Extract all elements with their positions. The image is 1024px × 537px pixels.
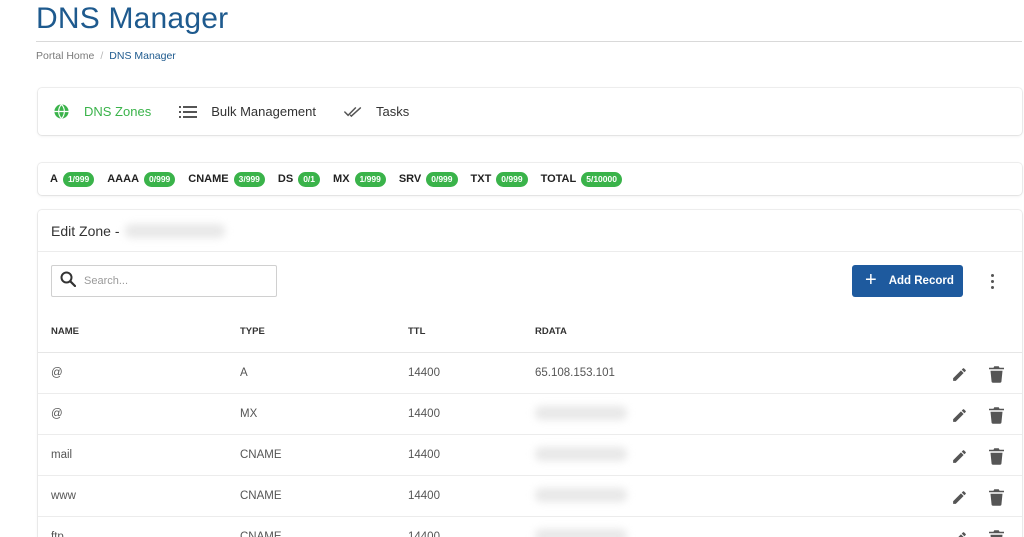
plus-icon: + [865, 269, 877, 291]
count-badge: 0/999 [496, 171, 528, 187]
zone-title: Edit Zone - [51, 222, 120, 239]
tab-label: Bulk Management [211, 104, 316, 119]
table-row: mail CNAME 14400 [38, 435, 1022, 476]
delete-icon[interactable] [986, 446, 1006, 466]
count-srv: SRV 0/999 [399, 171, 458, 187]
redacted-rdata [535, 529, 627, 537]
tab-tasks[interactable]: Tasks [344, 103, 409, 121]
tab-label: Tasks [375, 104, 410, 119]
tabs-bar: DNS Zones Bulk Management Tasks [38, 88, 1022, 135]
column-header-type[interactable]: TYPE [240, 326, 265, 337]
search-field[interactable] [51, 265, 277, 297]
table-row: www CNAME 14400 [38, 476, 1022, 517]
record-rdata [535, 447, 627, 464]
redacted-rdata [535, 488, 627, 502]
column-header-rdata[interactable]: RDATA [535, 326, 567, 337]
record-rdata [535, 529, 627, 537]
redacted-rdata [535, 406, 627, 420]
record-ttl: 14400 [408, 449, 440, 461]
record-name: ftp [51, 531, 64, 537]
record-type: CNAME [240, 490, 282, 502]
title-divider [36, 41, 1022, 42]
record-type: MX [240, 408, 258, 420]
column-header-ttl[interactable]: TTL [408, 326, 425, 337]
edit-icon[interactable] [949, 364, 969, 384]
count-cname: CNAME 3/999 [188, 171, 265, 187]
count-txt: TXT 0/999 [471, 171, 528, 187]
record-rdata [535, 406, 627, 423]
edit-icon[interactable] [949, 405, 969, 425]
count-ds: DS 0/1 [278, 171, 321, 187]
count-badge: 0/999 [144, 171, 176, 187]
globe-icon [52, 103, 70, 121]
count-badge: 0/1 [298, 171, 321, 187]
breadcrumb-separator: / [100, 50, 104, 62]
count-aaaa: AAAA 0/999 [107, 171, 176, 187]
record-rdata: 65.108.153.101 [535, 367, 615, 379]
record-type: A [240, 367, 248, 379]
count-badge: 1/999 [62, 171, 95, 187]
edit-icon[interactable] [949, 487, 969, 507]
table-row: @ MX 14400 [38, 394, 1022, 435]
zone-header: Edit Zone - [38, 210, 1022, 252]
delete-icon[interactable] [986, 405, 1006, 425]
record-rdata [535, 488, 627, 505]
redacted-zone-name [125, 223, 226, 238]
record-ttl: 14400 [408, 367, 440, 379]
page-title: DNS Manager [36, 2, 229, 35]
delete-icon[interactable] [986, 487, 1006, 507]
breadcrumb-home-link[interactable]: Portal Home [36, 50, 94, 62]
more-options-icon[interactable] [983, 271, 1001, 291]
tab-label: DNS Zones [84, 104, 152, 119]
add-record-label: Add Record [888, 275, 954, 287]
list-icon [179, 103, 198, 121]
tab-dns-zones[interactable]: DNS Zones [52, 103, 151, 121]
table-row: @ A 14400 65.108.153.101 [38, 353, 1022, 394]
count-badge: 3/999 [233, 171, 265, 187]
record-type: CNAME [240, 449, 282, 461]
search-input[interactable] [84, 275, 264, 287]
count-total: TOTAL 5/10000 [541, 171, 622, 187]
count-mx: MX 1/999 [333, 171, 386, 187]
delete-icon[interactable] [986, 528, 1006, 537]
edit-zone-panel: Edit Zone - + Add Record NAME TYPE TTL R… [38, 210, 1022, 537]
edit-icon[interactable] [949, 446, 969, 466]
breadcrumb: Portal Home / DNS Manager [36, 50, 176, 62]
breadcrumb-current[interactable]: DNS Manager [109, 50, 176, 62]
delete-icon[interactable] [986, 364, 1006, 384]
search-icon [60, 271, 77, 292]
record-ttl: 14400 [408, 408, 440, 420]
count-badge: 1/999 [354, 171, 386, 187]
record-type: CNAME [240, 531, 282, 537]
count-badge: 0/999 [426, 171, 458, 187]
record-ttl: 14400 [408, 531, 440, 537]
record-name: @ [51, 367, 63, 379]
count-a: A 1/999 [50, 171, 95, 187]
record-name: www [51, 490, 76, 502]
record-counts-bar: A 1/999 AAAA 0/999 CNAME 3/999 DS 0/1 MX 1/99… [38, 163, 1022, 195]
table-row: ftp CNAME 14400 [38, 517, 1022, 537]
table-header: NAME TYPE TTL RDATA [38, 321, 1022, 353]
add-record-button[interactable]: + Add Record [852, 265, 963, 297]
redacted-rdata [535, 447, 627, 461]
double-check-icon [344, 103, 362, 121]
column-header-name[interactable]: NAME [51, 326, 79, 337]
record-name: @ [51, 408, 63, 420]
record-name: mail [51, 449, 73, 461]
edit-icon[interactable] [949, 528, 969, 537]
count-badge: 5/10000 [581, 171, 622, 187]
tab-bulk-management[interactable]: Bulk Management [179, 103, 316, 121]
record-ttl: 14400 [408, 490, 440, 502]
